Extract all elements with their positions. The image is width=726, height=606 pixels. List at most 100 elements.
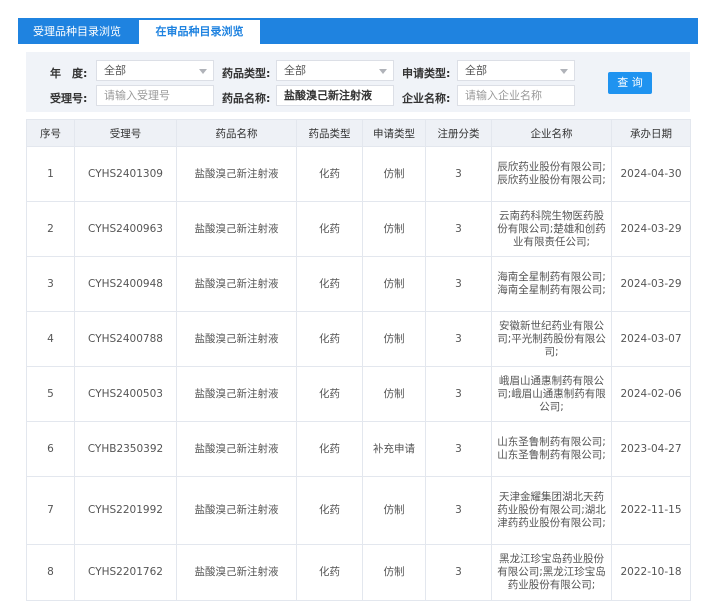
- column-header-apply-type: 申请类型: [362, 119, 426, 147]
- drug-type-label: 药品类型:: [222, 67, 271, 80]
- cell-accept-no: CYHS2400503: [74, 366, 177, 422]
- cell-date: 2024-03-29: [611, 256, 691, 312]
- cell-apply-type: 仿制: [362, 366, 426, 422]
- cell-drug-name: 盐酸溴己新注射液: [176, 146, 297, 202]
- cell-reg-class: 3: [425, 476, 492, 545]
- column-header-reg-class: 注册分类: [425, 119, 492, 147]
- cell-company: 安徽新世纪药业有限公司;平光制药股份有限公司;: [491, 311, 612, 367]
- cell-reg-class: 3: [425, 256, 492, 312]
- cell-reg-class: 3: [425, 366, 492, 422]
- cell-date: 2023-04-27: [611, 421, 691, 477]
- cell-reg-class: 3: [425, 421, 492, 477]
- apply-type-select[interactable]: 全部: [457, 60, 575, 81]
- cell-drug-name: 盐酸溴己新注射液: [176, 366, 297, 422]
- cell-company: 黑龙江珍宝岛药业股份有限公司;黑龙江珍宝岛药业股份有限公司;: [491, 544, 612, 601]
- cell-date: 2024-02-06: [611, 366, 691, 422]
- cell-date: 2024-03-07: [611, 311, 691, 367]
- cell-accept-no: CYHS2201762: [74, 544, 177, 601]
- cell-drug-type: 化药: [296, 366, 363, 422]
- cell-no: 5: [26, 366, 75, 422]
- cell-drug-type: 化药: [296, 256, 363, 312]
- cell-drug-type: 化药: [296, 201, 363, 257]
- table-row: 2 CYHS2400963 盐酸溴己新注射液 化药 仿制 3 云南药科院生物医药股份有限公司…: [26, 201, 691, 257]
- cell-drug-type: 化药: [296, 544, 363, 601]
- results-table: 序号 受理号 药品名称 药品类型 申请类型 注册分类 企业名称 承办日期 1 CY…: [26, 119, 691, 601]
- company-input[interactable]: 请输入企业名称: [457, 85, 575, 106]
- cell-company: 天津金耀集团湖北天药药业股份有限公司;湖北津药药业股份有限公司;: [491, 476, 612, 545]
- apply-type-label: 申请类型:: [402, 67, 451, 80]
- accept-no-label: 受理号:: [50, 92, 88, 105]
- year-label: 年 度:: [50, 67, 88, 80]
- cell-accept-no: CYHS2400948: [74, 256, 177, 312]
- tab-bar: 受理品种目录浏览 在审品种目录浏览: [18, 18, 698, 44]
- table-row: 8 CYHS2201762 盐酸溴己新注射液 化药 仿制 3 黑龙江珍宝岛药业股份有限公司;…: [26, 544, 691, 601]
- column-header-accept-no: 受理号: [74, 119, 177, 147]
- cell-drug-type: 化药: [296, 476, 363, 545]
- cell-no: 2: [26, 201, 75, 257]
- cell-date: 2022-10-18: [611, 544, 691, 601]
- cell-drug-name: 盐酸溴己新注射液: [176, 201, 297, 257]
- table-row: 4 CYHS2400788 盐酸溴己新注射液 化药 仿制 3 安徽新世纪药业有限公司;平光制…: [26, 311, 691, 367]
- cell-date: 2022-11-15: [611, 476, 691, 545]
- company-label: 企业名称:: [402, 92, 451, 105]
- year-select-value: 全部: [104, 64, 126, 77]
- chevron-down-icon: [560, 69, 568, 74]
- cell-accept-no: CYHB2350392: [74, 421, 177, 477]
- cell-reg-class: 3: [425, 311, 492, 367]
- cell-accept-no: CYHS2401309: [74, 146, 177, 202]
- cell-no: 6: [26, 421, 75, 477]
- table-body: 1 CYHS2401309 盐酸溴己新注射液 化药 仿制 3 辰欣药业股份有限公司;辰欣药业…: [26, 146, 691, 601]
- table-row: 5 CYHS2400503 盐酸溴己新注射液 化药 仿制 3 峨眉山通惠制药有限公司;峨眉山…: [26, 366, 691, 422]
- cell-drug-name: 盐酸溴己新注射液: [176, 421, 297, 477]
- cell-accept-no: CYHS2400788: [74, 311, 177, 367]
- cell-apply-type: 仿制: [362, 476, 426, 545]
- cell-drug-name: 盐酸溴己新注射液: [176, 311, 297, 367]
- cell-no: 7: [26, 476, 75, 545]
- cell-reg-class: 3: [425, 544, 492, 601]
- cell-apply-type: 仿制: [362, 256, 426, 312]
- cell-apply-type: 仿制: [362, 146, 426, 202]
- drug-type-select-value: 全部: [284, 64, 306, 77]
- cell-reg-class: 3: [425, 201, 492, 257]
- query-button[interactable]: 查 询: [608, 72, 652, 94]
- cell-no: 3: [26, 256, 75, 312]
- cell-drug-name: 盐酸溴己新注射液: [176, 544, 297, 601]
- cell-date: 2024-03-29: [611, 201, 691, 257]
- cell-no: 8: [26, 544, 75, 601]
- column-header-drug-type: 药品类型: [296, 119, 363, 147]
- cell-apply-type: 仿制: [362, 311, 426, 367]
- drug-name-input[interactable]: 盐酸溴己新注射液: [276, 85, 394, 106]
- cell-accept-no: CYHS2201992: [74, 476, 177, 545]
- apply-type-select-value: 全部: [465, 64, 487, 77]
- cell-drug-type: 化药: [296, 421, 363, 477]
- column-header-date: 承办日期: [611, 119, 691, 147]
- year-select[interactable]: 全部: [96, 60, 214, 81]
- tab-in-review-catalog[interactable]: 在审品种目录浏览: [139, 20, 260, 44]
- cell-company: 云南药科院生物医药股份有限公司;楚雄和创药业有限责任公司;: [491, 201, 612, 257]
- search-panel: 年 度: 全部 药品类型: 全部 申请类型: 全部 查 询 受理号: 请输入受理…: [26, 52, 690, 112]
- cell-no: 4: [26, 311, 75, 367]
- cell-apply-type: 补充申请: [362, 421, 426, 477]
- column-header-no: 序号: [26, 119, 75, 147]
- chevron-down-icon: [199, 69, 207, 74]
- cell-accept-no: CYHS2400963: [74, 201, 177, 257]
- cell-drug-type: 化药: [296, 146, 363, 202]
- table-header-row: 序号 受理号 药品名称 药品类型 申请类型 注册分类 企业名称 承办日期: [26, 119, 691, 147]
- chevron-down-icon: [379, 69, 387, 74]
- column-header-drug-name: 药品名称: [176, 119, 297, 147]
- column-header-company: 企业名称: [491, 119, 612, 147]
- cell-company: 山东圣鲁制药有限公司;山东圣鲁制药有限公司;: [491, 421, 612, 477]
- cell-apply-type: 仿制: [362, 201, 426, 257]
- tab-accepted-catalog[interactable]: 受理品种目录浏览: [18, 18, 136, 44]
- table-row: 1 CYHS2401309 盐酸溴己新注射液 化药 仿制 3 辰欣药业股份有限公司;辰欣药业…: [26, 146, 691, 202]
- table-row: 7 CYHS2201992 盐酸溴己新注射液 化药 仿制 3 天津金耀集团湖北天药药业股份有…: [26, 476, 691, 545]
- cell-drug-name: 盐酸溴己新注射液: [176, 256, 297, 312]
- cell-date: 2024-04-30: [611, 146, 691, 202]
- cell-apply-type: 仿制: [362, 544, 426, 601]
- cell-company: 海南全星制药有限公司;海南全星制药有限公司;: [491, 256, 612, 312]
- cell-no: 1: [26, 146, 75, 202]
- drug-type-select[interactable]: 全部: [276, 60, 394, 81]
- cell-company: 峨眉山通惠制药有限公司;峨眉山通惠制药有限公司;: [491, 366, 612, 422]
- accept-no-input[interactable]: 请输入受理号: [96, 85, 214, 106]
- cell-drug-type: 化药: [296, 311, 363, 367]
